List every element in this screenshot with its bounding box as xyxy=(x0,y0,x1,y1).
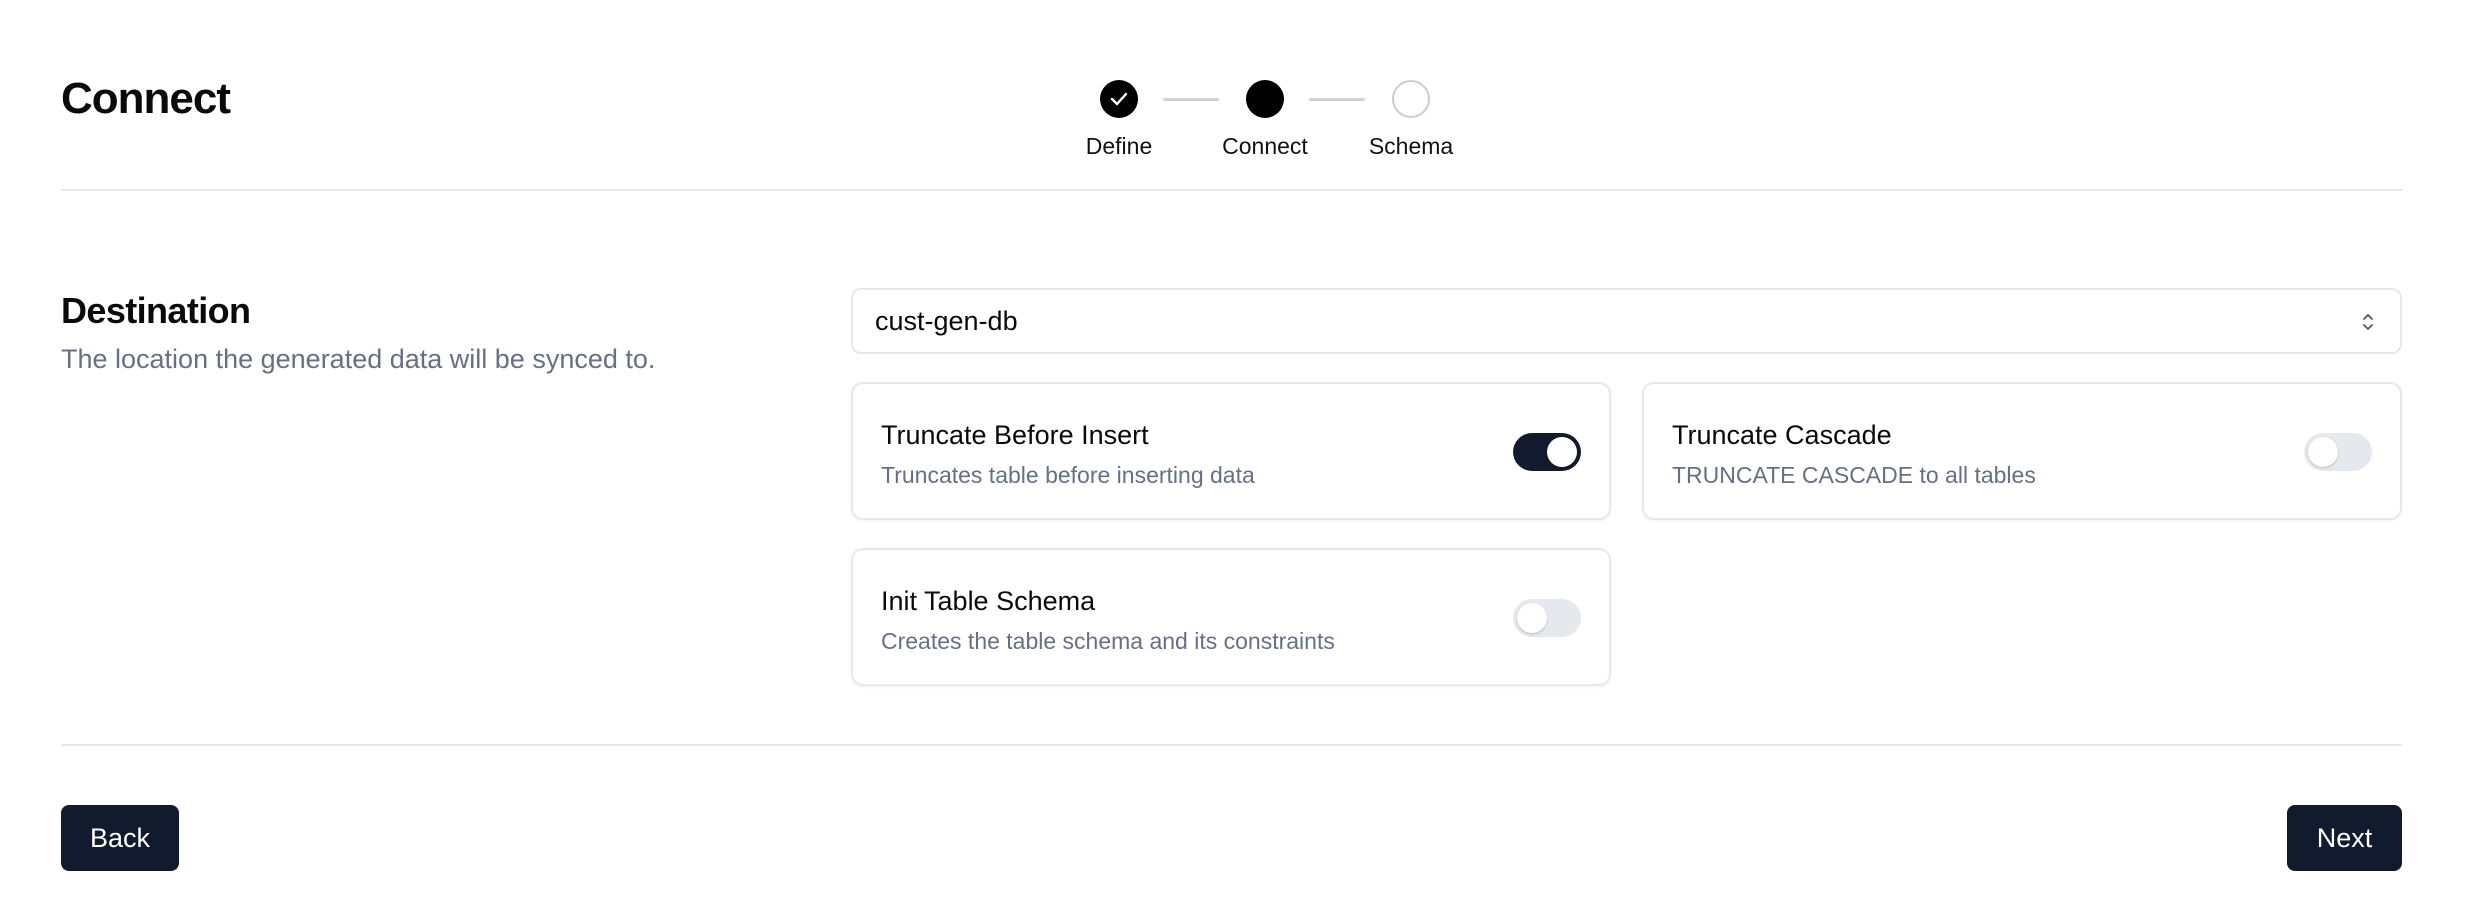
step-label-define: Define xyxy=(1085,133,1153,159)
truncate-cascade-toggle[interactable] xyxy=(2304,433,2372,471)
header-divider xyxy=(61,189,2402,191)
toggle-knob xyxy=(2308,437,2338,467)
step-connector xyxy=(1163,98,1219,101)
step-connect-indicator xyxy=(1246,80,1284,118)
step-define-indicator xyxy=(1100,80,1138,118)
destination-title: Destination xyxy=(61,290,251,331)
step-connector xyxy=(1309,98,1365,101)
option-card-truncate-cascade: Truncate Cascade TRUNCATE CASCADE to all… xyxy=(1642,382,2402,520)
back-button[interactable]: Back xyxy=(61,805,179,871)
option-card-truncate-before-insert: Truncate Before Insert Truncates table b… xyxy=(851,382,1611,520)
connect-page: Connect Define Connect Schema Destinatio… xyxy=(0,0,2466,916)
step-schema-indicator xyxy=(1392,80,1430,118)
option-description: Creates the table schema and its constra… xyxy=(881,628,1335,654)
destination-select-value: cust-gen-db xyxy=(875,306,1018,336)
destination-select[interactable]: cust-gen-db xyxy=(851,288,2402,354)
chevron-up-down-icon xyxy=(2363,314,2373,330)
option-title: Truncate Before Insert xyxy=(881,420,1149,450)
step-label-schema: Schema xyxy=(1368,133,1454,159)
option-description: TRUNCATE CASCADE to all tables xyxy=(1672,462,2036,488)
option-title: Init Table Schema xyxy=(881,586,1096,616)
page-title: Connect xyxy=(61,74,231,123)
stepper: Define Connect Schema xyxy=(1086,78,1520,168)
truncate-before-insert-toggle[interactable] xyxy=(1513,433,1581,471)
destination-description: The location the generated data will be … xyxy=(61,344,656,374)
check-icon xyxy=(1110,92,1128,106)
option-title: Truncate Cascade xyxy=(1672,420,1892,450)
step-label-connect: Connect xyxy=(1222,133,1308,159)
option-card-init-table-schema: Init Table Schema Creates the table sche… xyxy=(851,548,1611,686)
toggle-knob xyxy=(1517,603,1547,633)
toggle-knob xyxy=(1547,437,1577,467)
init-table-schema-toggle[interactable] xyxy=(1513,599,1581,637)
option-description: Truncates table before inserting data xyxy=(881,462,1255,488)
footer-divider xyxy=(61,744,2402,746)
next-button[interactable]: Next xyxy=(2287,805,2402,871)
